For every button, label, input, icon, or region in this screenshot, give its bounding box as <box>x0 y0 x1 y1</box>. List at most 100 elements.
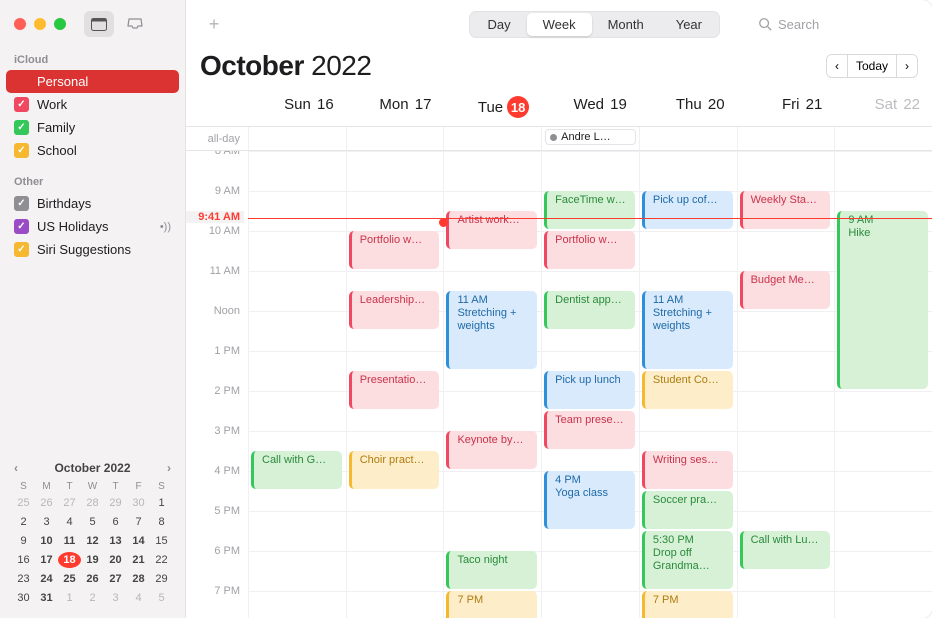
minical-day[interactable]: 3 <box>104 590 127 606</box>
calendar-item[interactable]: Siri Suggestions <box>6 238 179 261</box>
minical-day[interactable]: 2 <box>81 590 104 606</box>
view-day[interactable]: Day <box>471 13 526 36</box>
minical-day[interactable]: 30 <box>127 495 150 511</box>
event[interactable]: Budget Me… <box>740 271 831 309</box>
day-column[interactable]: Portfolio w… Leadership… Presentatio… Choir… <box>346 151 444 618</box>
day-header[interactable]: Tue18 <box>443 92 541 126</box>
allday-event[interactable]: Andre L… <box>545 129 636 145</box>
event[interactable]: Student Co… <box>642 371 733 409</box>
event[interactable]: Artist work… <box>446 211 537 249</box>
allday-cell[interactable] <box>737 127 835 150</box>
calendar-checkbox[interactable] <box>14 74 29 89</box>
inbox-icon[interactable] <box>120 11 150 37</box>
minical-day[interactable]: 31 <box>35 590 58 606</box>
minical-day[interactable]: 9 <box>12 533 35 549</box>
event[interactable]: Team prese… <box>544 411 635 449</box>
calendar-checkbox[interactable] <box>14 143 29 158</box>
day-column[interactable]: Pick up cof… 11 AMStretching + weightsStu… <box>639 151 737 618</box>
day-header[interactable]: Sat 22 <box>834 92 932 126</box>
allday-cell[interactable] <box>346 127 444 150</box>
event[interactable]: Call with Lu… <box>740 531 831 569</box>
calendar-checkbox[interactable] <box>14 219 29 234</box>
minical-day[interactable]: 24 <box>35 571 58 587</box>
allday-cell[interactable] <box>248 127 346 150</box>
maximize-button[interactable] <box>54 18 66 30</box>
view-year[interactable]: Year <box>660 13 718 36</box>
minical-day[interactable]: 23 <box>12 571 35 587</box>
allday-cell[interactable] <box>639 127 737 150</box>
day-header[interactable]: Wed 19 <box>541 92 639 126</box>
day-header[interactable]: Fri 21 <box>737 92 835 126</box>
minical-day[interactable]: 4 <box>127 590 150 606</box>
minical-day[interactable]: 28 <box>81 495 104 511</box>
event[interactable]: Pick up lunch <box>544 371 635 409</box>
minical-day[interactable]: 4 <box>58 514 81 530</box>
calendar-item[interactable]: Family <box>6 116 179 139</box>
minical-day[interactable]: 7 <box>127 514 150 530</box>
day-column[interactable]: Call with G… <box>248 151 346 618</box>
minical-day[interactable]: 10 <box>35 533 58 549</box>
minical-day[interactable]: 20 <box>104 552 127 568</box>
event[interactable]: Portfolio w… <box>349 231 440 269</box>
calendar-item[interactable]: US Holidays•)) <box>6 215 179 238</box>
event[interactable]: Leadership… <box>349 291 440 329</box>
event[interactable]: 11 AMStretching + weights <box>446 291 537 369</box>
minical-next[interactable]: › <box>167 461 171 475</box>
minical-day[interactable]: 3 <box>35 514 58 530</box>
minical-day[interactable]: 2 <box>12 514 35 530</box>
close-button[interactable] <box>14 18 26 30</box>
minical-day[interactable]: 26 <box>81 571 104 587</box>
event[interactable]: Choir pract… <box>349 451 440 489</box>
minical-day[interactable]: 30 <box>12 590 35 606</box>
next-week-button[interactable]: › <box>896 55 917 77</box>
minical-day[interactable]: 21 <box>127 552 150 568</box>
minical-day[interactable]: 6 <box>104 514 127 530</box>
minimize-button[interactable] <box>34 18 46 30</box>
calendar-item[interactable]: School <box>6 139 179 162</box>
today-button[interactable]: Today <box>848 55 896 77</box>
calendar-item[interactable]: Work <box>6 93 179 116</box>
minical-day[interactable]: 11 <box>58 533 81 549</box>
calendar-item[interactable]: Birthdays <box>6 192 179 215</box>
minical-day[interactable]: 5 <box>150 590 173 606</box>
event[interactable]: Portfolio w… <box>544 231 635 269</box>
minical-day[interactable]: 22 <box>150 552 173 568</box>
allday-cell[interactable] <box>834 127 932 150</box>
event[interactable]: Weekly Sta… <box>740 191 831 229</box>
day-header[interactable]: Mon 17 <box>346 92 444 126</box>
add-event-button[interactable]: + <box>200 14 228 35</box>
event[interactable]: 9 AMHike <box>837 211 928 389</box>
minical-day[interactable]: 1 <box>58 590 81 606</box>
day-column[interactable]: Artist work…11 AMStretching + weightsKey… <box>443 151 541 618</box>
event[interactable]: Presentatio… <box>349 371 440 409</box>
minical-day[interactable]: 1 <box>150 495 173 511</box>
minical-day[interactable]: 26 <box>35 495 58 511</box>
minical-day[interactable]: 17 <box>35 552 58 568</box>
allday-cell[interactable] <box>443 127 541 150</box>
view-week[interactable]: Week <box>527 13 592 36</box>
minical-day[interactable]: 25 <box>58 571 81 587</box>
day-column[interactable]: FaceTime w…Portfolio w…Dentist app…Pick … <box>541 151 639 618</box>
calendar-checkbox[interactable] <box>14 196 29 211</box>
day-header[interactable]: Sun 16 <box>248 92 346 126</box>
day-column[interactable]: Weekly Sta… Budget Me… Call with Lu… <box>737 151 835 618</box>
minical-day[interactable]: 18 <box>58 552 81 568</box>
event[interactable]: 7 PM <box>642 591 733 618</box>
event[interactable]: 4 PMYoga class <box>544 471 635 529</box>
calendar-checkbox[interactable] <box>14 120 29 135</box>
calendar-view-icon[interactable] <box>84 11 114 37</box>
minical-day[interactable]: 8 <box>150 514 173 530</box>
calendar-checkbox[interactable] <box>14 242 29 257</box>
minical-day[interactable]: 27 <box>104 571 127 587</box>
minical-day[interactable]: 15 <box>150 533 173 549</box>
minical-day[interactable]: 29 <box>104 495 127 511</box>
event[interactable]: 11 AMStretching + weights <box>642 291 733 369</box>
minical-prev[interactable]: ‹ <box>14 461 18 475</box>
minical-day[interactable]: 16 <box>12 552 35 568</box>
calendar-item[interactable]: Personal <box>6 70 179 93</box>
minical-day[interactable]: 12 <box>81 533 104 549</box>
week-grid[interactable]: 8 AM9 AM10 AM11 AMNoon1 PM2 PM3 PM4 PM5 … <box>186 151 932 618</box>
minical-day[interactable]: 5 <box>81 514 104 530</box>
minical-day[interactable]: 14 <box>127 533 150 549</box>
event[interactable]: Pick up cof… <box>642 191 733 229</box>
